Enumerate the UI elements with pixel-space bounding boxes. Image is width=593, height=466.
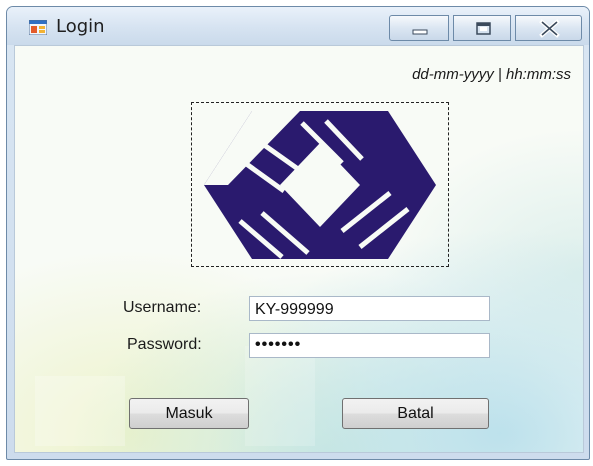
minimize-icon (412, 29, 428, 35)
logo-picturebox (191, 102, 449, 267)
close-button[interactable] (515, 15, 582, 41)
login-window: Login dd-mm-yyyy | hh:mm:ss Username: KY… (6, 6, 590, 460)
title-bar[interactable]: Login (7, 7, 589, 45)
password-label: Password: (127, 336, 202, 353)
maximize-button[interactable] (453, 15, 511, 41)
minimize-button[interactable] (389, 15, 449, 41)
username-field[interactable] (249, 296, 490, 321)
login-button[interactable]: Masuk (129, 398, 249, 429)
form-icon (28, 19, 48, 36)
username-label: Username: (123, 299, 202, 316)
cancel-button[interactable]: Batal (342, 398, 489, 429)
form-body: dd-mm-yyyy | hh:mm:ss Username: KY-99999… (14, 45, 584, 453)
password-field[interactable]: ••••••• (249, 333, 490, 358)
company-logo (204, 111, 436, 259)
datetime-label: dd-mm-yyyy | hh:mm:ss (412, 66, 571, 83)
window-title: Login (56, 16, 105, 37)
maximize-icon (476, 22, 491, 35)
close-icon (539, 19, 560, 38)
